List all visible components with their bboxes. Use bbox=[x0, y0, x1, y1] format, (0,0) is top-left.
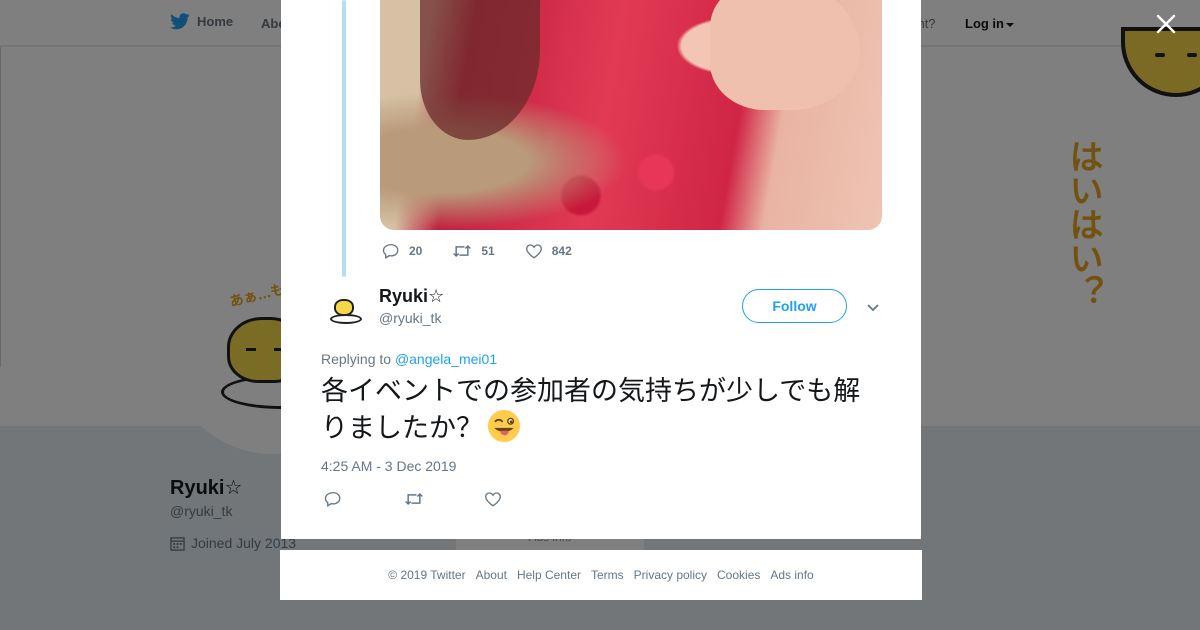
footer-link-privacy-policy[interactable]: Privacy policy bbox=[634, 568, 707, 582]
tweet-text-body: 各イベントでの参加者の気持ちが少しでも解りましたか？ bbox=[321, 376, 861, 444]
replying-mention-link[interactable]: @angela_mei01 bbox=[395, 351, 497, 367]
reply-button[interactable] bbox=[324, 490, 404, 513]
author-name[interactable]: Ryuki☆ bbox=[379, 286, 444, 307]
reply-button[interactable]: 20 bbox=[382, 242, 422, 260]
retweet-count: 51 bbox=[481, 244, 495, 258]
photo-hair bbox=[420, 0, 540, 140]
follow-button[interactable]: Follow bbox=[742, 289, 847, 323]
tweet-timestamp[interactable]: 4:25 AM - 3 Dec 2019 bbox=[321, 458, 456, 474]
footer-link-about[interactable]: About bbox=[476, 568, 507, 582]
tweet-actions bbox=[324, 490, 564, 513]
footer-link-ads-info[interactable]: Ads info bbox=[770, 568, 813, 582]
retweet-icon bbox=[453, 244, 472, 258]
like-button[interactable] bbox=[484, 490, 564, 513]
winking-face-with-tongue-icon bbox=[487, 409, 521, 443]
tweet-text: 各イベントでの参加者の気持ちが少しでも解りましたか？ bbox=[321, 374, 886, 446]
reply-icon bbox=[382, 243, 399, 259]
footer-copyright: © 2019 Twitter bbox=[388, 568, 466, 582]
reply-icon bbox=[324, 491, 341, 507]
heart-icon bbox=[525, 244, 542, 259]
chevron-down-icon[interactable] bbox=[865, 299, 881, 315]
heart-icon bbox=[485, 492, 501, 507]
replying-to: Replying to @angela_mei01 bbox=[321, 351, 497, 367]
retweet-button[interactable] bbox=[404, 490, 484, 513]
author-handle[interactable]: @ryuki_tk bbox=[379, 310, 441, 326]
close-icon[interactable] bbox=[1154, 12, 1178, 36]
conversation-thread-line bbox=[342, 0, 346, 277]
footer-link-cookies[interactable]: Cookies bbox=[717, 568, 760, 582]
retweet-button[interactable]: 51 bbox=[452, 242, 495, 260]
footer-link-terms[interactable]: Terms bbox=[591, 568, 624, 582]
photo-hand bbox=[710, 0, 860, 110]
previous-tweet-actions: 20 51 842 bbox=[382, 242, 602, 260]
footer-link-help-center[interactable]: Help Center bbox=[517, 568, 581, 582]
modal-footer: © 2019 Twitter About Help Center Terms P… bbox=[280, 550, 922, 600]
like-button[interactable]: 842 bbox=[525, 242, 572, 260]
reply-count: 20 bbox=[409, 244, 423, 258]
avatar-egg-yolk bbox=[334, 299, 354, 316]
retweet-icon bbox=[405, 492, 423, 506]
author-avatar[interactable] bbox=[322, 285, 368, 331]
tweet-photo[interactable] bbox=[380, 0, 882, 230]
like-count: 842 bbox=[551, 244, 572, 258]
replying-prefix: Replying to bbox=[321, 351, 392, 367]
tweet-modal: 20 51 842 Ryuki☆ @ryuki_tk Follow Replyi… bbox=[281, 0, 921, 539]
